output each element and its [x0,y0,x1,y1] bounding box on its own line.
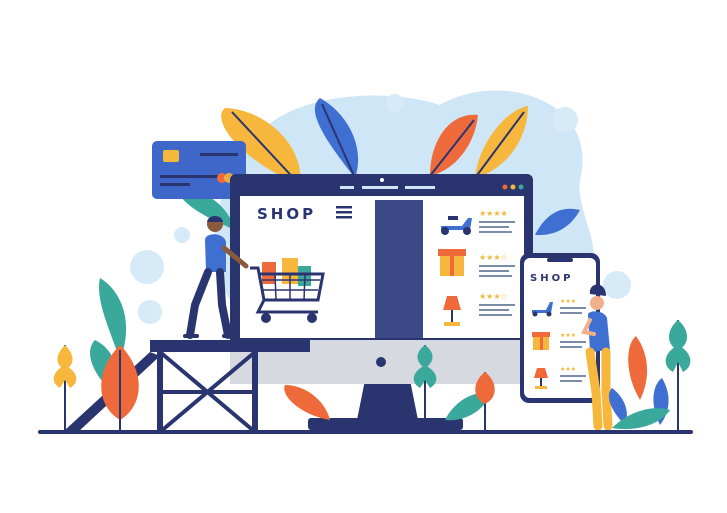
bubble [138,300,162,324]
bubble [130,250,164,284]
card-chip [163,150,179,162]
bubble [603,271,631,299]
man-shirt [205,234,226,272]
plant [665,320,691,432]
monitor-power-dot [376,357,386,367]
online-shopping-illustration: SHOP ★★★★ ★★★☆ ★★★☆ SHOP ★★★ ★★★ ★★★ [38,90,693,434]
woman-leg [601,347,613,431]
star-rating: ★★★★ [479,209,508,218]
woman-head [590,296,604,310]
man-leg [186,268,212,339]
phone-shop-title: SHOP [530,273,573,284]
monitor-base [308,418,463,430]
plant [608,336,670,430]
plant [53,345,77,432]
svg-text:★★★☆: ★★★☆ [479,292,508,301]
monitor-shop-title: SHOP [257,205,316,223]
gift-box-icon [438,249,466,276]
svg-text:★★★: ★★★ [560,366,576,373]
star-rating: ★★★☆ [479,292,508,301]
bubble [386,94,404,112]
svg-text:★★★: ★★★ [560,298,576,305]
star-rating: ★★★☆ [479,253,508,262]
screen-divider-panel [375,200,423,338]
monitor-stand [357,380,418,420]
bubble [552,107,578,133]
ground-line [38,430,693,434]
svg-text:★★★★: ★★★★ [479,209,508,218]
bubble [174,227,190,243]
gift-box-icon [532,332,550,350]
svg-text:★★★: ★★★ [560,332,576,339]
svg-text:★★★☆: ★★★☆ [479,253,508,262]
menu-icon[interactable] [336,206,352,219]
